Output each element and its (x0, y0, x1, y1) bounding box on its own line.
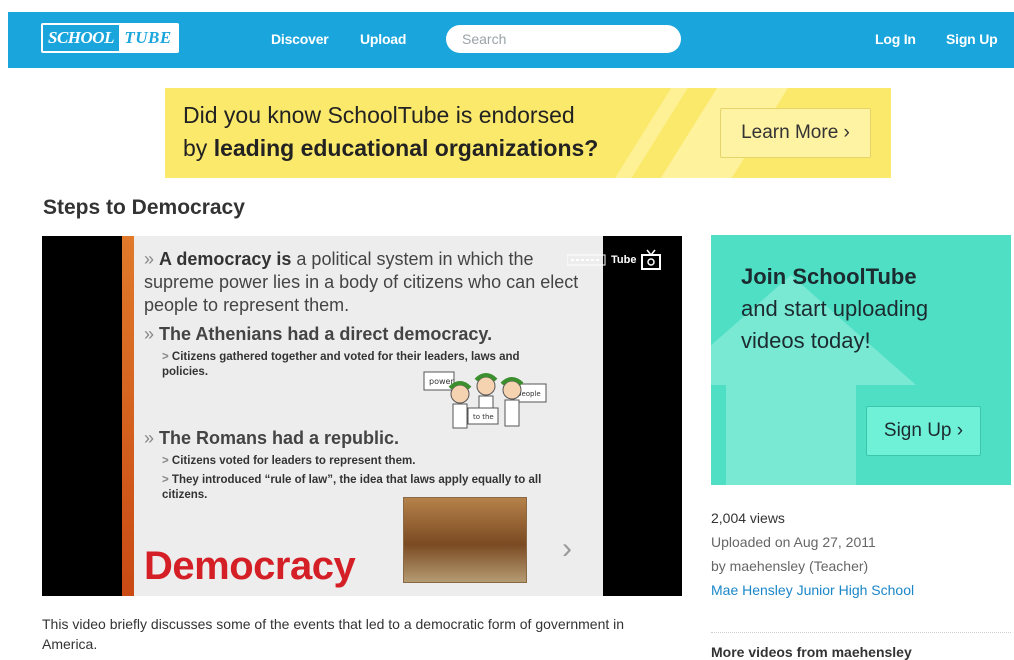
search-input[interactable] (446, 25, 681, 53)
slide-bullet-1-bold: A democracy is (159, 249, 292, 269)
video-description: This video briefly discusses some of the… (42, 616, 625, 652)
sign-to-the-text: to the (473, 413, 494, 421)
slide-bullet-2: » The Athenians had a direct democracy. (144, 324, 493, 344)
cartoon-people-image: power to the people (423, 371, 547, 429)
endorsement-banner[interactable]: Did you know SchoolTube is endorsed by l… (165, 88, 891, 178)
roman-senate-painting (403, 497, 527, 583)
slide-bullet-3-text: The Romans had a republic. (159, 428, 400, 448)
login-link[interactable]: Log In (875, 31, 916, 47)
banner-text-prefix: by (183, 135, 214, 161)
upload-date: Uploaded on Aug 27, 2011 (711, 534, 876, 550)
slide-sub-bullet-3a-text: Citizens voted for leaders to represent … (171, 455, 416, 467)
slide-accent-bar (122, 236, 134, 596)
watermark-logo-icon (567, 254, 606, 266)
sign-power-text: power (429, 377, 454, 386)
join-schooltube-promo[interactable]: Join SchoolTube and start uploading vide… (711, 235, 1011, 485)
signup-link[interactable]: Sign Up (946, 31, 998, 47)
school-link[interactable]: Mae Hensley Junior High School (711, 582, 914, 598)
more-videos-heading: More videos from maehensley (711, 644, 912, 660)
learn-more-button[interactable]: Learn More › (720, 108, 871, 158)
video-frame-slide: » A democracy is a political system in w… (122, 236, 603, 596)
slide-democracy-heading: Democracy (144, 544, 356, 588)
promo-signup-button[interactable]: Sign Up › (866, 406, 981, 456)
top-header: SCHOOL TUBE Discover Upload Log In Sign … (8, 12, 1014, 68)
video-player[interactable]: » A democracy is a political system in w… (42, 236, 682, 596)
nav-upload-link[interactable]: Upload (360, 31, 406, 47)
slide-bullet-1: » A democracy is a political system in w… (144, 249, 579, 315)
banner-text-line1: Did you know SchoolTube is endorsed (183, 102, 575, 128)
schooltube-logo[interactable]: SCHOOL TUBE (41, 23, 179, 53)
logo-text-school: SCHOOL (48, 28, 114, 47)
watermark-text: Tube (611, 254, 637, 266)
join-promo-text: Join SchoolTube and start uploading vide… (741, 261, 928, 357)
banner-text-bold: leading educational organizations? (213, 135, 599, 161)
join-promo-line2: and start uploading (741, 296, 929, 321)
nav-discover-link[interactable]: Discover (271, 31, 329, 47)
slide-sub-bullet-3a: > Citizens voted for leaders to represen… (162, 455, 416, 467)
slide-next-arrow-icon: › (562, 532, 572, 565)
view-count: 2,004 views (711, 510, 785, 526)
video-title: Steps to Democracy (43, 196, 245, 219)
watermark-tv-icon (641, 249, 662, 270)
schooltube-watermark: Tube (567, 246, 677, 274)
uploader-name: by maehensley (Teacher) (711, 558, 869, 574)
join-promo-line3: videos today! (741, 328, 871, 353)
join-promo-line1: Join SchoolTube (741, 264, 917, 289)
slide-bullet-3: » The Romans had a republic. (144, 428, 400, 448)
banner-text-line2: by leading educational organizations? (183, 135, 598, 162)
slide-bullet-2-text: The Athenians had a direct democracy. (159, 324, 493, 344)
logo-text-tube: TUBE (118, 25, 177, 51)
sidebar-divider (711, 632, 1011, 633)
